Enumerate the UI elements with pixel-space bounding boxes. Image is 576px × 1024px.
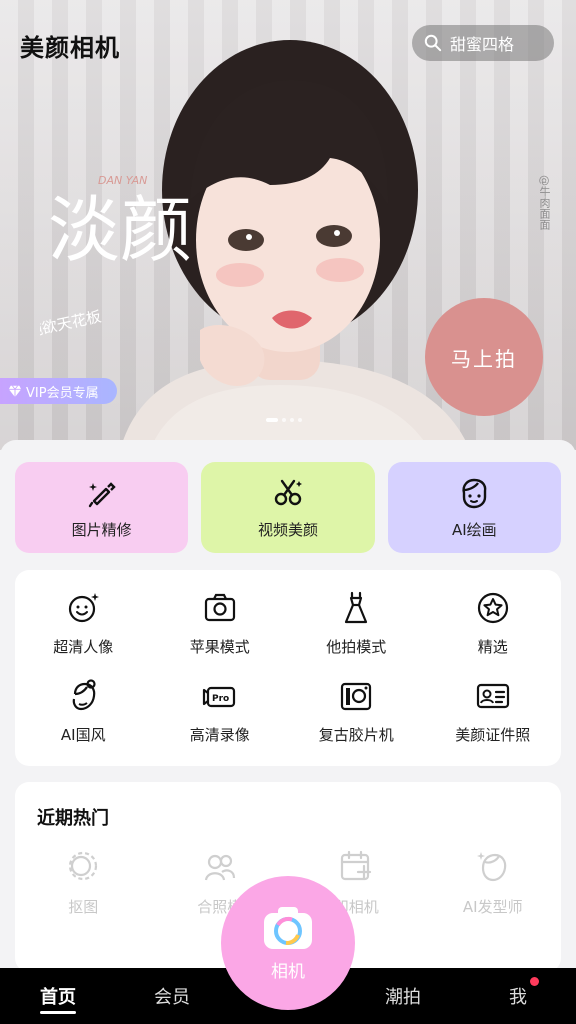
feature-featured[interactable]: 精选 bbox=[425, 584, 562, 672]
banner-watermark: @牛肉面面 bbox=[538, 175, 551, 230]
feature-label: 他拍模式 bbox=[326, 638, 387, 656]
nav-home-label: 首页 bbox=[40, 987, 76, 1008]
camera-button-label: 相机 bbox=[271, 961, 305, 982]
active-tab-indicator bbox=[40, 1011, 76, 1014]
hot-item-label: AI发型师 bbox=[462, 898, 523, 916]
nav-trend-shoot-label: 潮拍 bbox=[385, 987, 421, 1008]
tool-label: 视频美颜 bbox=[257, 521, 318, 539]
tool-label: AI绘画 bbox=[451, 521, 497, 539]
search-icon bbox=[424, 34, 442, 52]
ai-face-icon bbox=[462, 478, 487, 509]
banner-headline: 淡颜 bbox=[48, 188, 192, 272]
feature-ultra-hd-portrait[interactable]: 超清人像 bbox=[15, 584, 152, 672]
nav-trend-shoot[interactable]: 潮拍 bbox=[365, 968, 441, 1024]
feature-others-shoot[interactable]: 他拍模式 bbox=[288, 584, 425, 672]
video-pro-icon: Pro bbox=[202, 686, 235, 708]
camera-icon bbox=[264, 906, 312, 949]
cutout-icon bbox=[69, 851, 98, 881]
feature-grid-card: 超清人像 苹果模式 他拍模式 精选 AI国风 Pro 高清录像 复古胶片机 美颜… bbox=[15, 570, 561, 766]
hero-banner[interactable]: 淡颜 DAN YAN 纯欲天花板 @牛肉面面 美颜相机 甜蜜四格 马上拍 VIP… bbox=[0, 0, 576, 450]
svg-text:Pro: Pro bbox=[212, 694, 229, 704]
feature-retro-film-camera[interactable]: 复古胶片机 bbox=[288, 672, 425, 760]
search-bar[interactable]: 甜蜜四格 bbox=[412, 25, 554, 61]
nav-membership-label: 会员 bbox=[154, 987, 190, 1008]
vip-badge-label: VIP会员专属 bbox=[26, 385, 99, 401]
carousel-dot bbox=[298, 418, 302, 422]
primary-tools: 图片精修 视频美颜 AI绘画 bbox=[15, 462, 561, 553]
carousel-dot bbox=[282, 418, 286, 422]
photo-retouch-button[interactable]: 图片精修 bbox=[15, 462, 189, 553]
feature-apple-mode[interactable]: 苹果模式 bbox=[152, 584, 289, 672]
smile-sparkle-icon bbox=[69, 593, 100, 623]
dress-icon bbox=[345, 591, 368, 624]
carousel-dot bbox=[266, 418, 278, 422]
calendar-camera-icon bbox=[341, 850, 372, 881]
makeup-brush-icon bbox=[88, 482, 116, 508]
scissors-icon bbox=[274, 479, 302, 506]
feature-ai-guofeng[interactable]: AI国风 bbox=[15, 672, 152, 760]
feature-label: 苹果模式 bbox=[189, 638, 250, 656]
banner-subtitle: 纯欲天花板 bbox=[40, 307, 103, 340]
camera-button[interactable]: 相机 bbox=[221, 876, 355, 1010]
shoot-now-button[interactable]: 马上拍 bbox=[425, 298, 543, 416]
feature-label: AI国风 bbox=[60, 726, 106, 744]
feature-label: 高清录像 bbox=[189, 726, 250, 744]
feature-label: 精选 bbox=[477, 638, 508, 656]
group-photo-icon bbox=[204, 854, 235, 881]
app-title: 美颜相机 bbox=[20, 34, 120, 62]
hot-item-ai-hairstylist[interactable]: AI发型师 bbox=[425, 848, 562, 917]
hot-item-label: 抠图 bbox=[68, 898, 99, 916]
diamond-icon bbox=[8, 385, 22, 398]
banner-calligraphy: 淡颜 DAN YAN 纯欲天花板 bbox=[40, 174, 192, 341]
feature-label: 美颜证件照 bbox=[455, 726, 531, 744]
feature-label: 复古胶片机 bbox=[318, 726, 394, 744]
feature-id-photo[interactable]: 美颜证件照 bbox=[425, 672, 562, 760]
nav-profile[interactable]: 我 bbox=[480, 968, 556, 1024]
carousel-dot bbox=[290, 418, 294, 422]
feature-hd-recording[interactable]: Pro 高清录像 bbox=[152, 672, 289, 760]
feature-grid: 超清人像 苹果模式 他拍模式 精选 AI国风 Pro 高清录像 复古胶片机 美颜… bbox=[15, 570, 561, 760]
tool-label: 图片精修 bbox=[71, 521, 132, 539]
hot-item-cutout[interactable]: 抠图 bbox=[15, 848, 152, 917]
video-beauty-button[interactable]: 视频美颜 bbox=[201, 462, 375, 553]
nav-profile-label-wrap: 我 bbox=[509, 977, 539, 1009]
hairstyle-icon bbox=[476, 852, 506, 882]
search-text: 甜蜜四格 bbox=[450, 35, 515, 54]
recent-hot-title: 近期热门 bbox=[37, 808, 109, 829]
hair-bun-icon bbox=[72, 679, 96, 711]
nav-home[interactable]: 首页 bbox=[20, 968, 96, 1024]
id-card-icon bbox=[476, 683, 509, 709]
nav-membership[interactable]: 会员 bbox=[134, 968, 210, 1024]
banner-romanized: DAN YAN bbox=[98, 174, 147, 187]
vip-badge: VIP会员专属 bbox=[0, 378, 117, 404]
film-camera-icon bbox=[341, 682, 372, 711]
star-badge-icon bbox=[477, 592, 508, 624]
feature-label: 超清人像 bbox=[53, 638, 114, 656]
notification-dot bbox=[530, 977, 539, 986]
nav-profile-label: 我 bbox=[509, 987, 527, 1008]
ai-painting-button[interactable]: AI绘画 bbox=[387, 462, 561, 553]
carousel-indicator bbox=[266, 418, 302, 422]
camera-icon bbox=[204, 593, 235, 622]
